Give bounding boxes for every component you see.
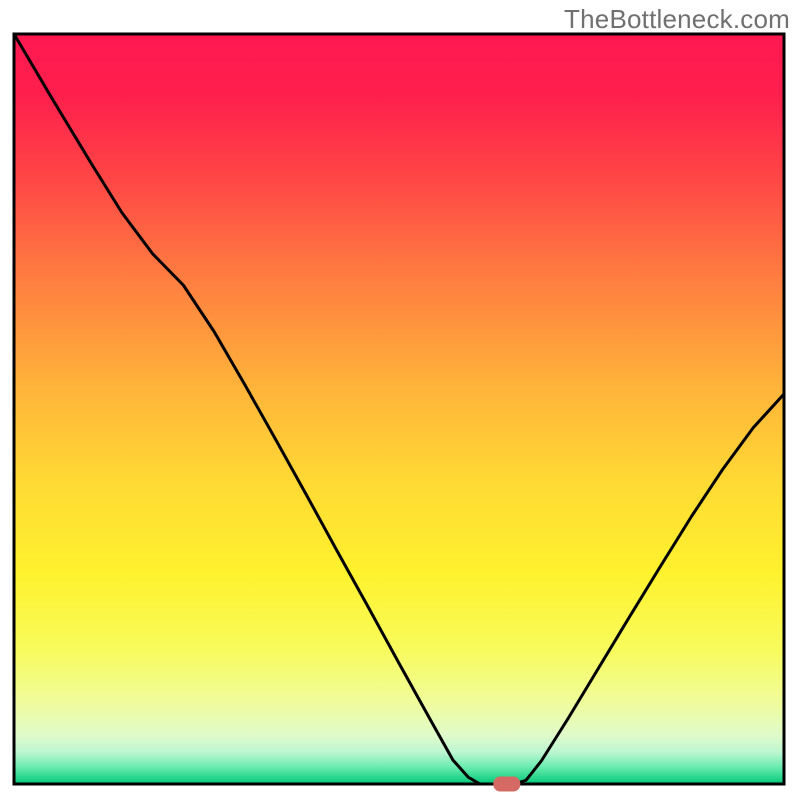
bottleneck-marker: [493, 777, 520, 792]
bottleneck-chart: TheBottleneck.com: [0, 0, 800, 800]
chart-svg: [0, 0, 800, 800]
chart-background: [14, 34, 784, 784]
watermark-text: TheBottleneck.com: [564, 4, 790, 35]
